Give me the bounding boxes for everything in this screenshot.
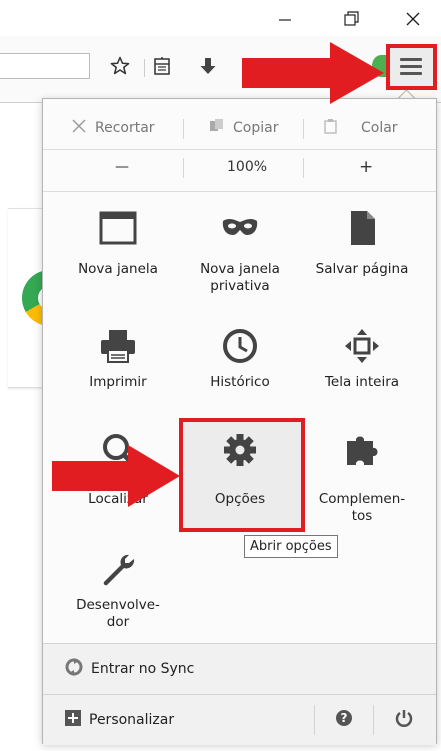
addons-button[interactable]: Complemen- tos <box>303 431 421 541</box>
save-page-label: Salvar página <box>315 261 409 277</box>
new-private-window-button[interactable]: Nova janela privativa <box>181 209 299 319</box>
minimize-button[interactable] <box>270 6 300 32</box>
help-icon: ? <box>335 709 353 731</box>
history-label: Histórico <box>210 374 270 390</box>
print-button[interactable]: Imprimir <box>59 327 177 437</box>
plus-box-icon <box>65 710 81 730</box>
copy-button[interactable]: Copiar <box>209 118 278 138</box>
mask-icon <box>221 209 259 247</box>
clock-icon <box>221 327 259 365</box>
wrench-icon <box>99 551 137 589</box>
minimize-icon <box>279 19 291 21</box>
new-window-button[interactable]: Nova janela <box>59 209 177 319</box>
zoom-in-button[interactable]: + <box>359 157 373 177</box>
customize-button[interactable]: Personalizar <box>65 695 174 745</box>
sync-button[interactable]: Entrar no Sync <box>65 644 194 694</box>
fullscreen-label: Tela inteira <box>324 374 400 390</box>
zoom-controls: — 100% + <box>61 154 420 184</box>
customize-label: Personalizar <box>89 712 175 728</box>
developer-label: Desenvolve- dor <box>76 597 160 630</box>
footer-separator <box>314 705 315 735</box>
firefox-menu-panel: Recortar Copiar Colar — 100% + Nova jane… <box>42 98 437 745</box>
cut-label: Recortar <box>95 120 155 136</box>
sync-footer: Entrar no Sync <box>43 643 436 694</box>
options-tooltip: Abrir opções <box>244 535 338 558</box>
addons-label: Complemen- tos <box>318 491 406 524</box>
restore-button[interactable] <box>336 6 366 32</box>
menu-separator <box>43 149 436 150</box>
print-label: Imprimir <box>89 374 147 390</box>
zoom-reset-button[interactable]: 100% <box>227 159 267 175</box>
zoom-separator <box>183 158 184 178</box>
zoom-separator <box>303 158 304 178</box>
edit-separator <box>303 119 304 139</box>
fullscreen-button[interactable]: Tela inteira <box>303 327 421 437</box>
address-bar[interactable] <box>0 53 90 79</box>
footer-separator <box>373 705 374 735</box>
power-icon <box>395 709 413 731</box>
menu-button[interactable] <box>386 44 437 90</box>
clipboard-icon <box>323 118 339 138</box>
title-bar <box>0 0 441 36</box>
close-icon <box>406 12 420 26</box>
arrow-to-options-icon <box>52 445 180 507</box>
options-label: Opções <box>214 491 266 507</box>
options-button[interactable]: Opções <box>181 431 299 541</box>
new-window-label: Nova janela <box>78 261 158 277</box>
puzzle-icon <box>343 431 381 469</box>
copy-icon <box>209 118 225 138</box>
save-page-button[interactable]: Salvar página <box>303 209 421 319</box>
page-icon <box>343 209 381 247</box>
star-icon[interactable] <box>110 56 130 80</box>
restore-icon <box>344 11 359 26</box>
customize-footer: Personalizar ? <box>43 694 436 745</box>
gear-icon <box>221 431 259 469</box>
scissors-icon <box>71 118 87 138</box>
sync-label: Entrar no Sync <box>91 661 195 677</box>
svg-text:?: ? <box>341 711 348 725</box>
paste-label: Colar <box>361 120 398 136</box>
close-button[interactable] <box>398 6 428 32</box>
copy-label: Copiar <box>233 120 279 136</box>
paste-button[interactable]: Colar <box>323 118 398 138</box>
help-button[interactable]: ? <box>335 695 353 745</box>
bookmarks-icon[interactable] <box>152 56 172 80</box>
toolbar-separator <box>144 59 145 77</box>
menu-separator <box>43 191 436 192</box>
edit-controls: Recortar Copiar Colar <box>61 113 420 143</box>
hamburger-menu-icon <box>400 58 422 76</box>
quit-button[interactable] <box>395 695 413 745</box>
zoom-out-button[interactable]: — <box>115 159 129 175</box>
arrow-to-menu-icon <box>242 42 384 104</box>
edit-separator <box>183 119 184 139</box>
sync-icon <box>65 658 83 680</box>
cut-button[interactable]: Recortar <box>71 118 155 138</box>
window-icon <box>99 209 137 247</box>
new-private-window-label: Nova janela privativa <box>200 261 280 294</box>
printer-icon <box>99 327 137 365</box>
download-icon[interactable] <box>198 56 218 80</box>
fullscreen-icon <box>343 327 381 365</box>
